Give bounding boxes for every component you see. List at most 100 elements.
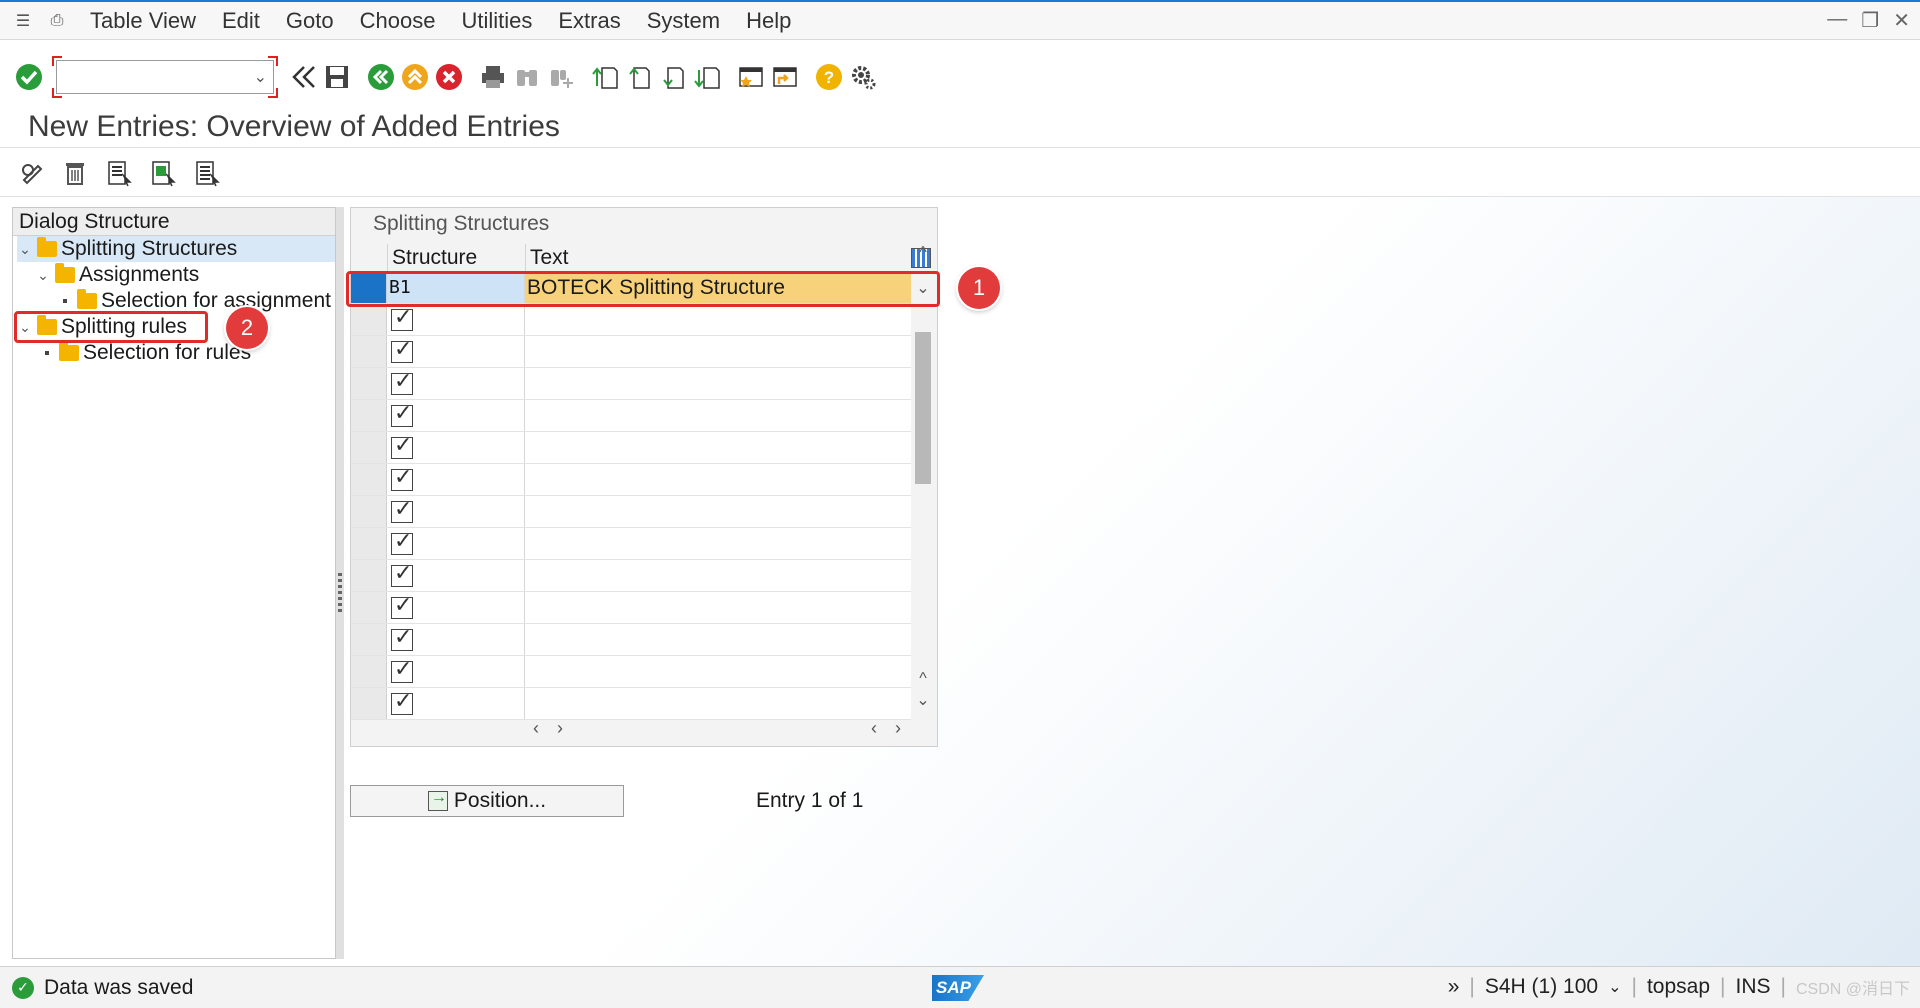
text-field[interactable] [525,560,911,591]
checkbox-icon[interactable] [391,432,413,459]
text-field[interactable] [525,496,911,527]
checkbox-icon[interactable] [391,528,413,555]
text-field[interactable] [525,464,911,495]
system-menu-icon[interactable]: ☰ [12,12,34,30]
row-selector[interactable] [351,432,387,463]
menu-extras[interactable]: Extras [558,8,620,34]
menu-edit[interactable]: Edit [222,8,260,34]
first-page-icon[interactable] [588,60,622,94]
text-field[interactable] [525,400,911,431]
structure-field[interactable] [387,432,525,463]
last-page-icon[interactable] [690,60,724,94]
restore-icon[interactable]: ❐ [1861,8,1879,33]
table-row-empty[interactable] [351,400,911,432]
select-all-icon[interactable] [102,156,136,190]
table-row-empty[interactable] [351,560,911,592]
checkbox-icon[interactable] [391,336,413,363]
scrollbar-thumb[interactable] [915,332,931,484]
scroll-right-icon[interactable]: › [895,718,901,739]
text-field[interactable] [525,304,911,335]
exit-icon[interactable] [398,60,432,94]
panel-splitter[interactable] [336,207,344,959]
checkbox-icon[interactable] [391,560,413,587]
row-selector[interactable] [351,368,387,399]
previous-page-icon[interactable] [622,60,656,94]
table-row-empty[interactable] [351,432,911,464]
chevron-down-icon[interactable]: ⌄ [35,267,51,284]
column-header-text[interactable]: Text [525,244,937,272]
menu-help[interactable]: Help [746,8,791,34]
menu-utilities[interactable]: Utilities [461,8,532,34]
checkbox-icon[interactable] [391,368,413,395]
structure-field[interactable] [387,688,525,719]
table-row-empty[interactable] [351,592,911,624]
table-row-empty[interactable] [351,656,911,688]
checkbox-icon[interactable] [391,592,413,619]
help-icon[interactable]: ? [812,60,846,94]
scroll-up-icon[interactable]: ^ [915,670,931,688]
table-row-empty[interactable] [351,496,911,528]
save-icon[interactable] [320,60,354,94]
find-icon[interactable] [510,60,544,94]
command-field[interactable]: ⌄ [56,60,274,94]
text-field[interactable] [525,656,911,687]
row-selector[interactable] [351,688,387,719]
chevron-down-icon[interactable]: ⌄ [1608,977,1621,997]
table-row-empty[interactable] [351,336,911,368]
structure-field[interactable] [387,528,525,559]
vertical-scrollbar[interactable]: ^ ⌄ ^ ⌄ [911,244,935,712]
scroll-right-icon[interactable]: › [557,718,563,739]
minimize-icon[interactable]: — [1827,8,1847,33]
tree-node-assignments[interactable]: ⌄ Assignments [35,262,199,288]
menu-goto[interactable]: Goto [286,8,334,34]
checkbox-icon[interactable] [391,624,413,651]
text-field[interactable] [525,592,911,623]
find-next-icon[interactable] [544,60,578,94]
table-row-empty[interactable] [351,624,911,656]
structure-field[interactable] [387,304,525,335]
structure-field[interactable] [387,400,525,431]
checkbox-icon[interactable] [391,400,413,427]
shortcut-icon[interactable] [768,60,802,94]
row-selector[interactable] [351,304,387,335]
row-selector[interactable] [351,400,387,431]
row-selector[interactable] [351,656,387,687]
position-button[interactable]: Position... [350,785,624,817]
checkbox-icon[interactable] [391,304,413,331]
tree-node-selection-for-rules[interactable]: Selection for rules [39,340,251,366]
text-field[interactable] [525,368,911,399]
checkbox-icon[interactable] [391,496,413,523]
column-header-structure[interactable]: Structure [387,244,525,272]
row-selector[interactable] [351,496,387,527]
scroll-left-icon[interactable]: ‹ [871,718,877,739]
select-all-rows[interactable] [351,244,387,272]
structure-field[interactable] [387,464,525,495]
text-field[interactable] [525,624,911,655]
structure-field[interactable] [387,592,525,623]
tree-node-splitting-structures[interactable]: ⌄ Splitting Structures [17,236,335,262]
structure-field[interactable] [387,560,525,591]
create-session-icon[interactable] [734,60,768,94]
structure-field[interactable] [387,624,525,655]
menu-system[interactable]: System [647,8,720,34]
scroll-up-icon[interactable]: ^ [915,244,931,262]
expand-status-icon[interactable]: » [1448,975,1460,999]
insert-mode[interactable]: INS [1735,975,1770,999]
row-selector[interactable] [351,624,387,655]
system-client[interactable]: S4H (1) 100 [1485,975,1598,999]
checkbox-icon[interactable] [391,656,413,683]
row-selector[interactable] [351,528,387,559]
back-double-icon[interactable] [286,60,320,94]
text-field[interactable] [525,528,911,559]
structure-field[interactable] [387,368,525,399]
layout-menu-icon[interactable]: ⎙ [46,12,68,30]
enter-icon[interactable] [12,60,46,94]
back-icon[interactable] [364,60,398,94]
row-selector[interactable] [351,336,387,367]
table-row-empty[interactable] [351,464,911,496]
text-field[interactable] [525,688,911,719]
structure-field[interactable] [387,656,525,687]
status-message[interactable]: Data was saved [44,976,193,1000]
checkbox-icon[interactable] [391,688,413,715]
text-field[interactable] [525,432,911,463]
